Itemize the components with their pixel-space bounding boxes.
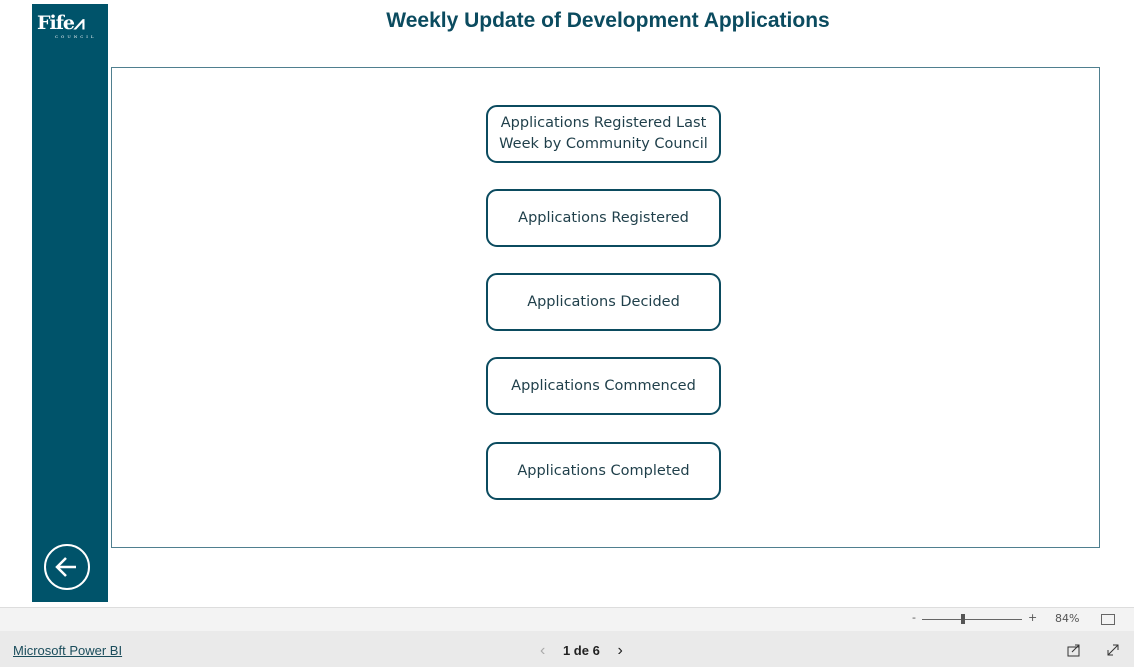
zoom-level: 84% (1055, 612, 1080, 625)
back-button[interactable] (44, 544, 90, 590)
zoom-slider[interactable] (922, 619, 1022, 620)
zoom-bar: - + 84% (0, 607, 1134, 631)
footer: Microsoft Power BI ‹ 1 de 6 › (0, 631, 1134, 667)
page-navigator: ‹ 1 de 6 › (540, 642, 623, 660)
nav-button-registered-by-community-council[interactable]: Applications Registered Last Week by Com… (486, 105, 721, 163)
navigation-panel: Applications Registered Last Week by Com… (111, 67, 1100, 548)
power-bi-link[interactable]: Microsoft Power BI (13, 643, 122, 658)
previous-page-button[interactable]: ‹ (540, 642, 545, 659)
zoom-slider-handle[interactable] (961, 614, 965, 624)
next-page-button[interactable]: › (617, 642, 622, 659)
zoom-in-button[interactable]: + (1028, 611, 1037, 624)
fife-council-logo: Fife⩘ COUNCIL (37, 12, 97, 39)
page-title: Weekly Update of Development Application… (386, 9, 830, 32)
nav-button-commenced[interactable]: Applications Commenced (486, 357, 721, 415)
page-indicator: 1 de 6 (562, 643, 600, 658)
nav-button-decided[interactable]: Applications Decided (486, 273, 721, 331)
fit-to-page-icon[interactable] (1101, 614, 1115, 625)
fullscreen-icon[interactable] (1106, 643, 1120, 657)
arrow-left-icon (55, 557, 76, 577)
nav-button-registered[interactable]: Applications Registered (486, 189, 721, 247)
nav-button-completed[interactable]: Applications Completed (486, 442, 721, 500)
share-icon[interactable] (1067, 643, 1081, 657)
sidebar: Fife⩘ COUNCIL (32, 4, 108, 602)
zoom-out-button[interactable]: - (912, 611, 916, 624)
